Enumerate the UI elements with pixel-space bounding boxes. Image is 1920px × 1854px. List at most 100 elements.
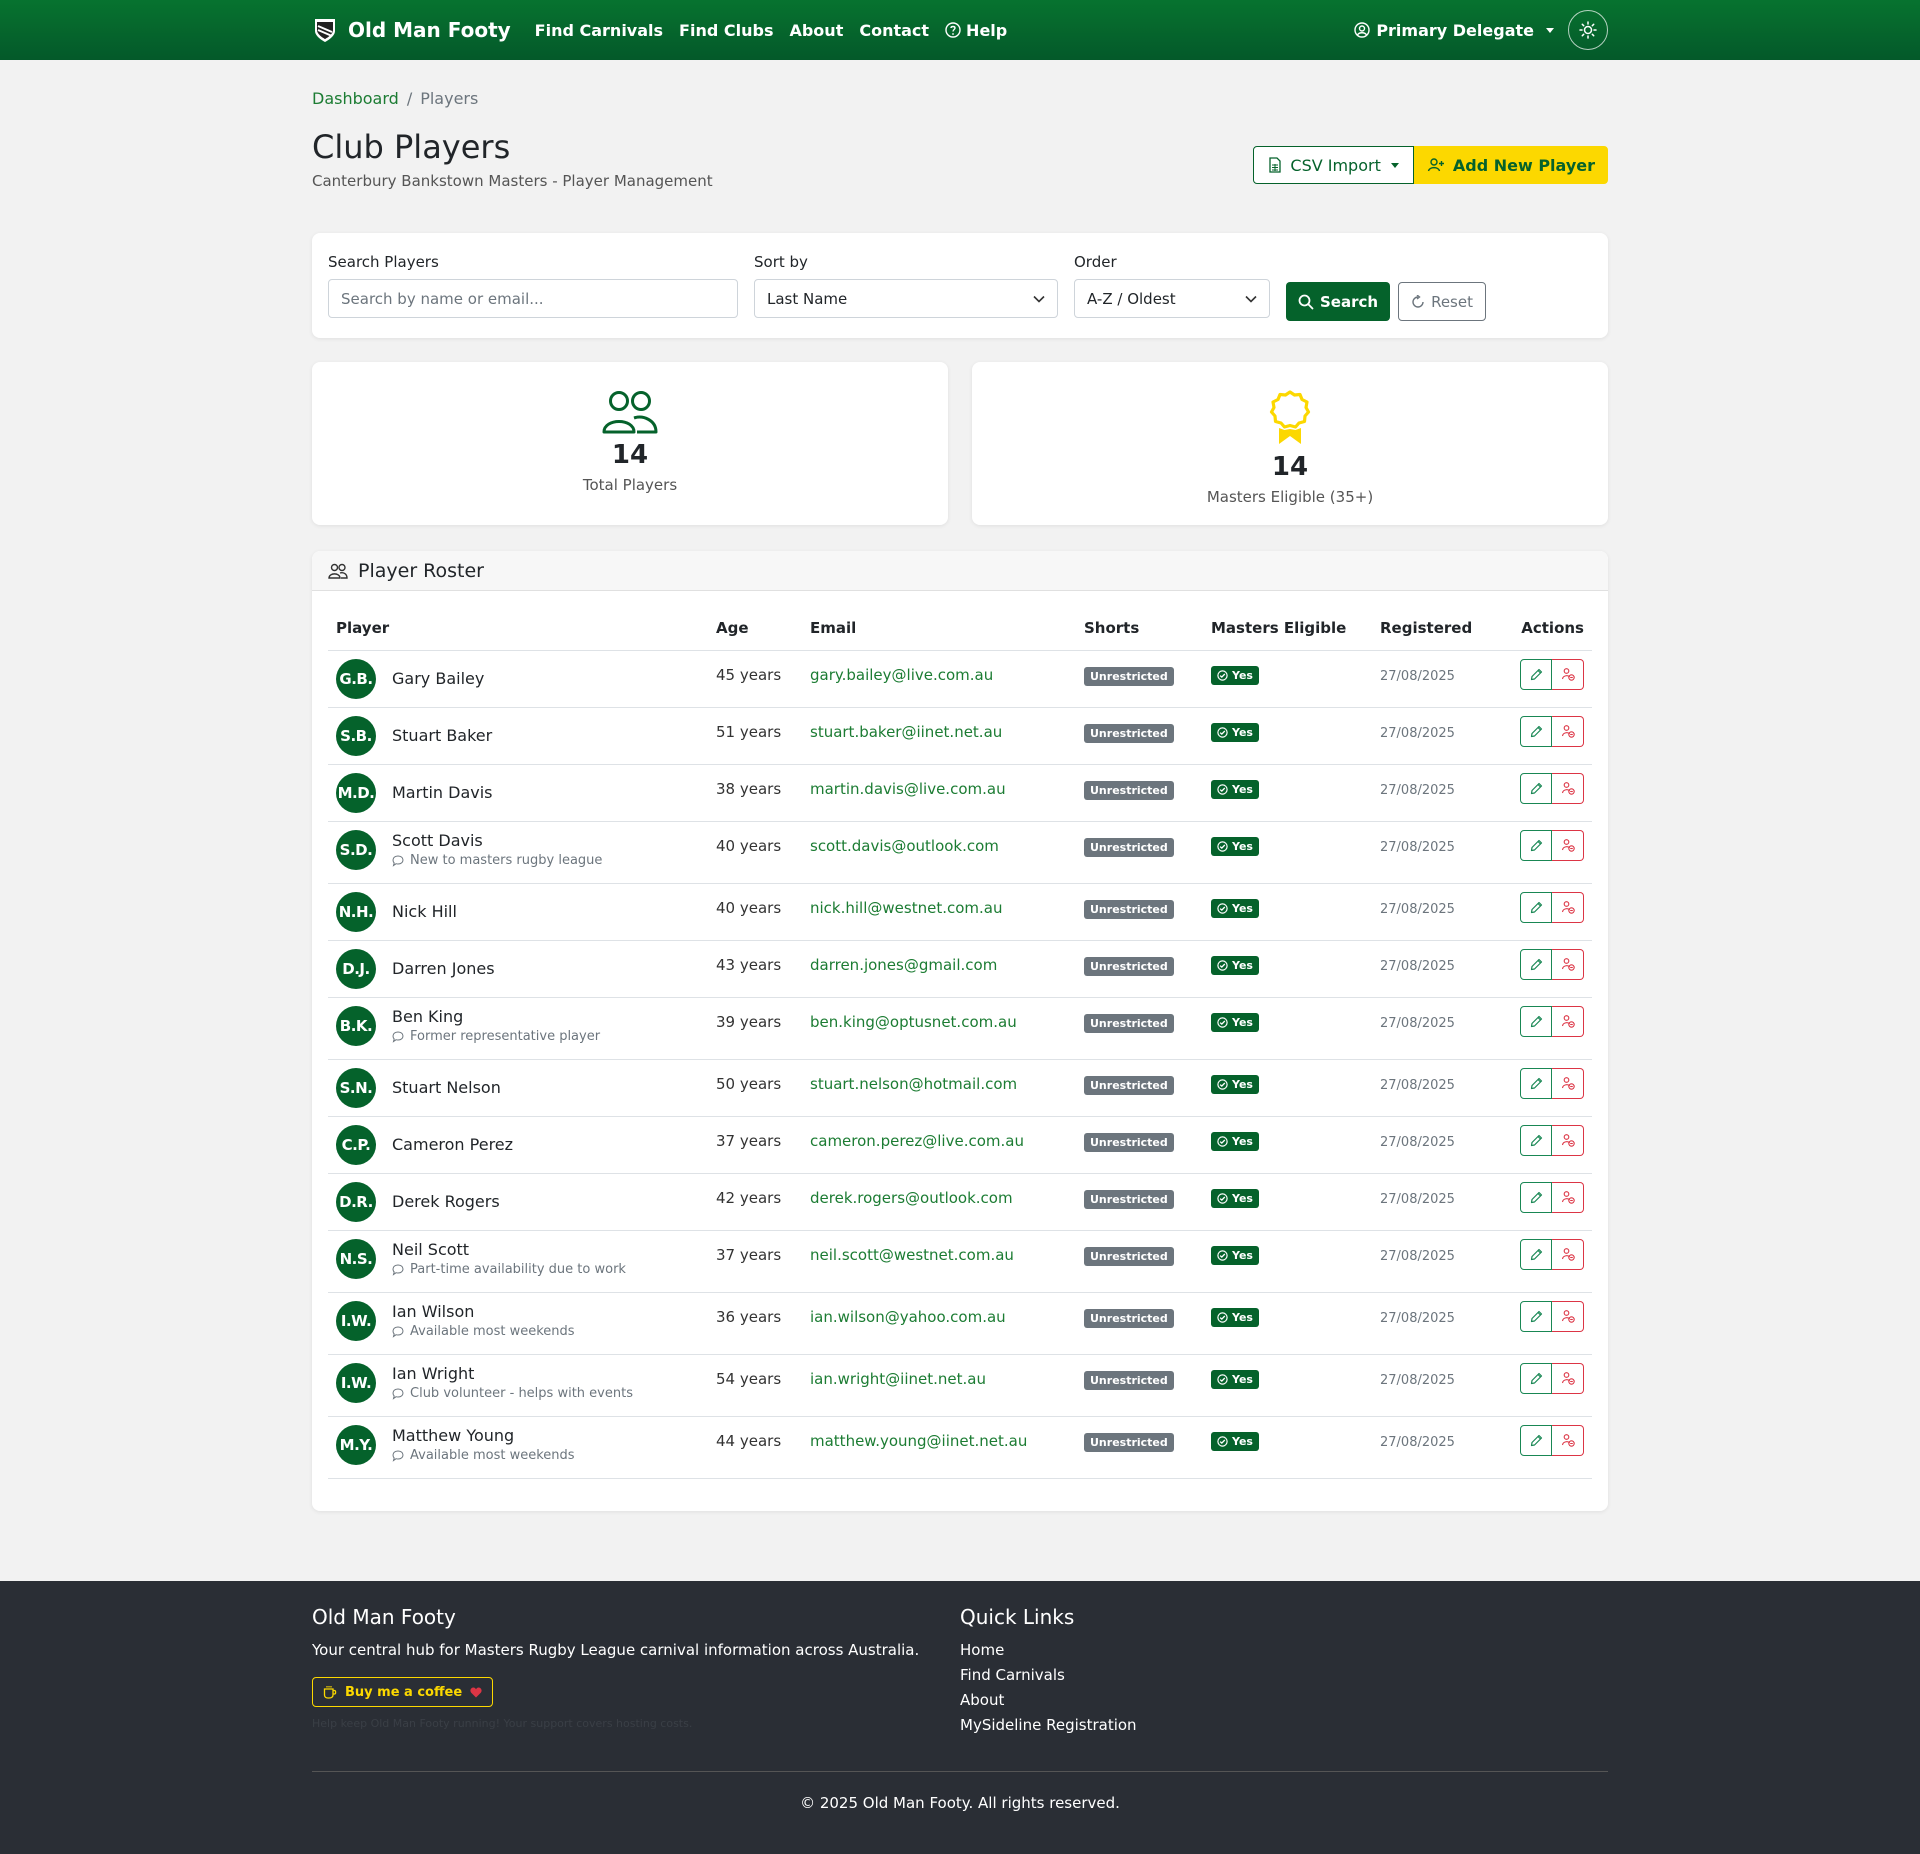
buy-me-a-coffee-button[interactable]: Buy me a coffee	[312, 1677, 494, 1707]
nav-find-carnivals[interactable]: Find Carnivals	[535, 21, 663, 40]
player-cell: M.D. Martin Davis	[328, 764, 708, 822]
player-note-text: Club volunteer - helps with events	[410, 1386, 633, 1401]
player-cell: B.K. Ben King Former representative player	[328, 997, 708, 1060]
player-age: 36 years	[708, 1292, 802, 1355]
add-new-player-button[interactable]: Add New Player	[1413, 146, 1608, 184]
player-email-link[interactable]: scott.davis@outlook.com	[810, 837, 999, 855]
masters-eligible-badge: Yes	[1211, 1188, 1259, 1208]
player-email-link[interactable]: stuart.baker@iinet.net.au	[810, 723, 1002, 741]
nav-help[interactable]: Help	[945, 21, 1007, 40]
edit-player-button[interactable]	[1520, 658, 1552, 690]
registered-cell: 27/08/2025	[1372, 1059, 1492, 1117]
player-email-link[interactable]: gary.bailey@live.com.au	[810, 666, 993, 684]
player-email-link[interactable]: martin.davis@live.com.au	[810, 780, 1006, 798]
nav-find-clubs[interactable]: Find Clubs	[679, 21, 773, 40]
edit-player-button[interactable]	[1520, 772, 1552, 804]
remove-player-button[interactable]	[1552, 1124, 1584, 1156]
search-input[interactable]: Search by name or email...	[328, 279, 738, 318]
edit-player-button[interactable]	[1520, 1067, 1552, 1099]
player-cell: N.H. Nick Hill	[328, 883, 708, 941]
player-age: 38 years	[708, 764, 802, 822]
question-circle-icon	[945, 22, 961, 38]
nav-about[interactable]: About	[789, 21, 843, 40]
remove-player-button[interactable]	[1552, 891, 1584, 923]
remove-player-button[interactable]	[1552, 1067, 1584, 1099]
masters-eligible-badge: Yes	[1211, 1012, 1259, 1032]
remove-player-button[interactable]	[1552, 658, 1584, 690]
actions-cell	[1492, 883, 1592, 941]
order-select[interactable]: A-Z / Oldest	[1074, 279, 1270, 318]
player-cell: I.W. Ian Wright Club volunteer - helps wit…	[328, 1354, 708, 1417]
footer-title: Old Man Footy	[312, 1605, 456, 1629]
edit-player-button[interactable]	[1520, 948, 1552, 980]
person-remove-icon	[1561, 1248, 1575, 1261]
brand-link[interactable]: Old Man Footy	[312, 17, 511, 43]
registered-cell: 27/08/2025	[1372, 1173, 1492, 1231]
remove-player-button[interactable]	[1552, 772, 1584, 804]
actions-cell	[1492, 1416, 1592, 1479]
person-remove-icon	[1561, 901, 1575, 914]
total-players-value: 14	[611, 440, 649, 470]
remove-player-button[interactable]	[1552, 715, 1584, 747]
remove-player-button[interactable]	[1552, 1181, 1584, 1213]
remove-player-button[interactable]	[1552, 948, 1584, 980]
player-email-link[interactable]: cameron.perez@live.com.au	[810, 1132, 1024, 1150]
eligible-cell: Yes	[1203, 1416, 1372, 1479]
edit-player-button[interactable]	[1520, 715, 1552, 747]
quick-link-about[interactable]: About	[960, 1691, 1608, 1709]
edit-player-button[interactable]	[1520, 1124, 1552, 1156]
player-email-link[interactable]: nick.hill@westnet.com.au	[810, 899, 1002, 917]
edit-player-button[interactable]	[1520, 1424, 1552, 1456]
player-email-link[interactable]: neil.scott@westnet.com.au	[810, 1246, 1014, 1264]
quick-link-find-carnivals[interactable]: Find Carnivals	[960, 1666, 1608, 1684]
shorts-badge: Unrestricted	[1084, 1132, 1174, 1152]
nav-help-label: Help	[966, 20, 1008, 40]
remove-player-button[interactable]	[1552, 1362, 1584, 1394]
email-cell: ben.king@optusnet.com.au	[802, 997, 1076, 1060]
reset-button[interactable]: Reset	[1398, 282, 1486, 321]
quick-link-mysideline[interactable]: MySideline Registration	[960, 1716, 1608, 1734]
registered-cell: 27/08/2025	[1372, 1416, 1492, 1479]
nav-contact[interactable]: Contact	[859, 21, 929, 40]
breadcrumb-dashboard-link[interactable]: Dashboard	[312, 89, 399, 108]
edit-player-button[interactable]	[1520, 1005, 1552, 1037]
search-button[interactable]: Search	[1286, 282, 1391, 321]
player-email-link[interactable]: ian.wilson@yahoo.com.au	[810, 1308, 1006, 1326]
edit-player-button[interactable]	[1520, 1300, 1552, 1332]
remove-player-button[interactable]	[1552, 1424, 1584, 1456]
quick-link-home[interactable]: Home	[960, 1641, 1608, 1659]
main-container: Dashboard / Players Club Players Canterb…	[312, 89, 1608, 1511]
masters-eligible-badge: Yes	[1211, 665, 1259, 685]
theme-toggle-button[interactable]	[1568, 10, 1608, 50]
remove-player-button[interactable]	[1552, 1300, 1584, 1332]
shorts-cell: Unrestricted	[1076, 997, 1203, 1060]
table-row: S.D. Scott Davis New to masters rugby leag…	[328, 821, 1592, 884]
person-remove-icon	[1561, 725, 1575, 738]
edit-player-button[interactable]	[1520, 891, 1552, 923]
player-email-link[interactable]: ian.wright@iinet.net.au	[810, 1370, 986, 1388]
person-remove-icon	[1561, 1310, 1575, 1323]
table-row: G.B. Gary Bailey 45 years gary.bailey@live.…	[328, 650, 1592, 708]
brand-name: Old Man Footy	[348, 18, 511, 42]
remove-player-button[interactable]	[1552, 1238, 1584, 1270]
player-email-link[interactable]: derek.rogers@outlook.com	[810, 1189, 1013, 1207]
masters-eligible-badge: Yes	[1211, 779, 1259, 799]
player-email-link[interactable]: stuart.nelson@hotmail.com	[810, 1075, 1017, 1093]
edit-player-button[interactable]	[1520, 1181, 1552, 1213]
edit-player-button[interactable]	[1520, 1362, 1552, 1394]
shorts-cell: Unrestricted	[1076, 883, 1203, 941]
player-email-link[interactable]: matthew.young@iinet.net.au	[810, 1432, 1027, 1450]
remove-player-button[interactable]	[1552, 829, 1584, 861]
edit-player-button[interactable]	[1520, 829, 1552, 861]
masters-eligible-badge: Yes	[1211, 955, 1259, 975]
table-row: N.H. Nick Hill 40 years nick.hill@westnet.c…	[328, 883, 1592, 941]
sort-by-select[interactable]: Last Name	[754, 279, 1058, 318]
user-menu-dropdown[interactable]: Primary Delegate	[1354, 21, 1554, 40]
player-email-link[interactable]: darren.jones@gmail.com	[810, 956, 997, 974]
remove-player-button[interactable]	[1552, 1005, 1584, 1037]
csv-import-button[interactable]: CSV Import	[1253, 146, 1414, 184]
player-name: Martin Davis	[392, 783, 493, 802]
player-email-link[interactable]: ben.king@optusnet.com.au	[810, 1013, 1017, 1031]
roster-header: Player Roster	[312, 551, 1608, 591]
edit-player-button[interactable]	[1520, 1238, 1552, 1270]
